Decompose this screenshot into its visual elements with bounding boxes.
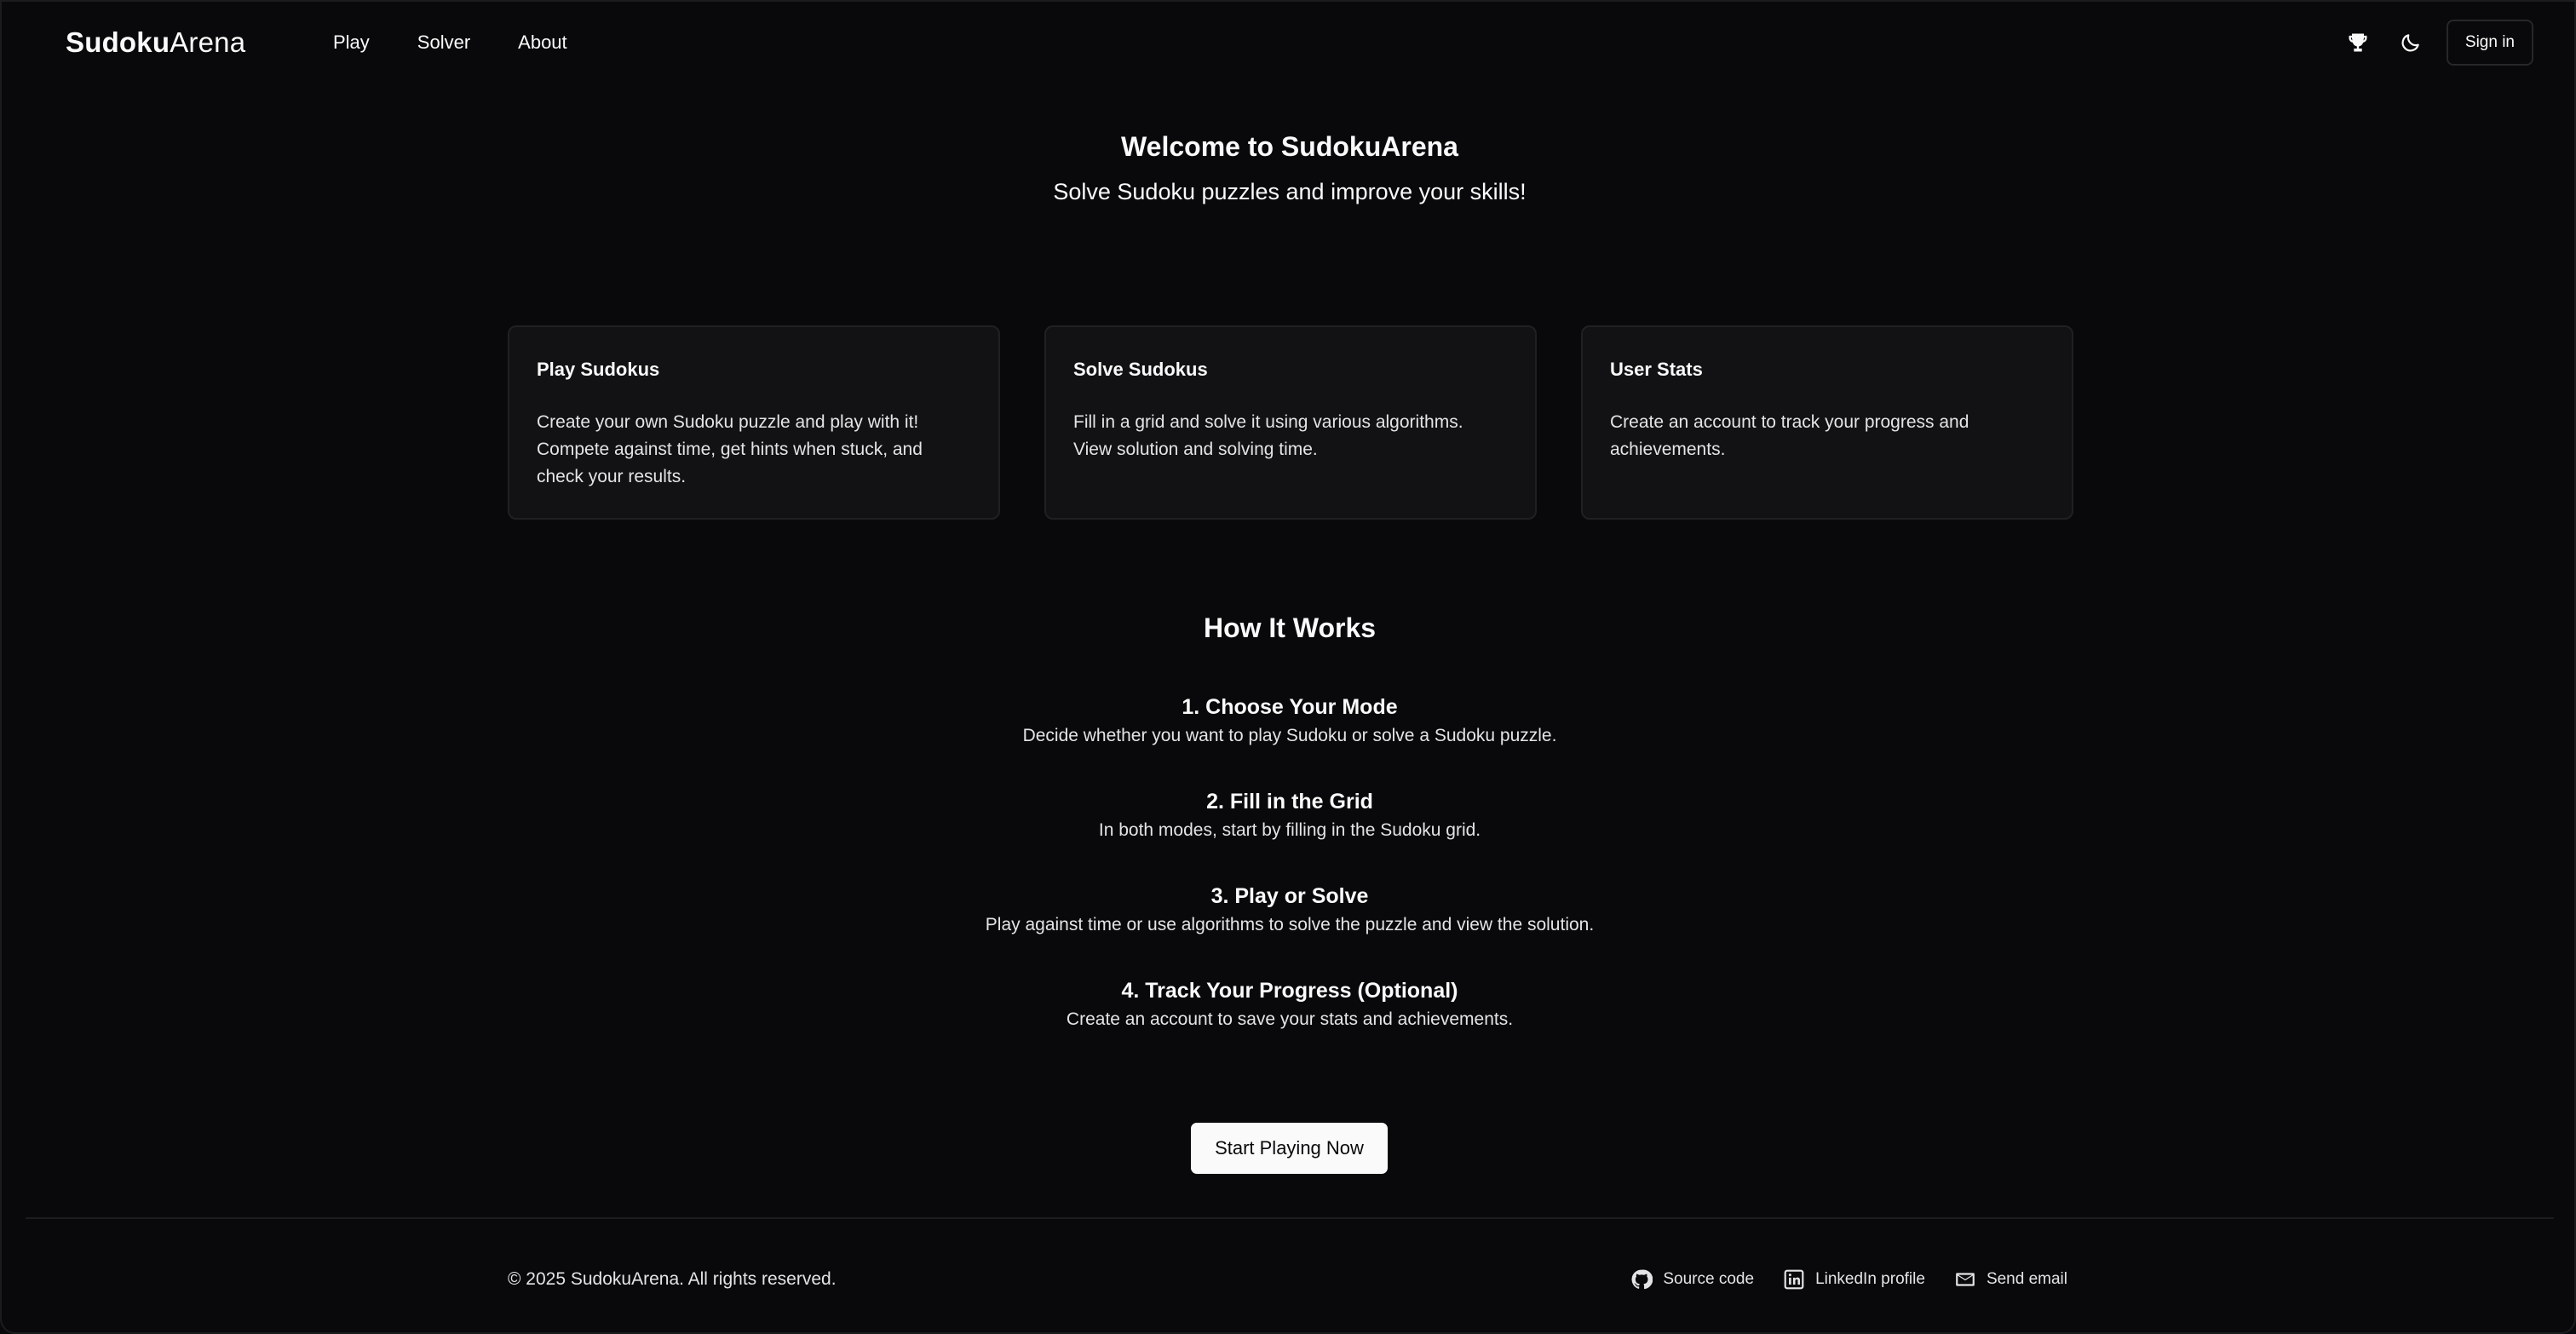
mail-icon — [1956, 1273, 1975, 1286]
card-text-line: achievements. — [1610, 440, 1726, 459]
card-text-line: Fill in a grid and solve it using variou… — [1073, 412, 1463, 432]
card-text-line: Create your own Sudoku puzzle and play w… — [537, 412, 919, 432]
moon-icon — [2401, 34, 2419, 52]
card-text-line: View solution and solving time. — [1073, 440, 1318, 459]
step-description: Play against time or use algorithms to s… — [985, 915, 1595, 934]
nav-link-about[interactable]: About — [518, 27, 567, 58]
source-code-link[interactable]: Source code — [1630, 1266, 1754, 1293]
feature-cards: Play Sudokus Create your own Sudoku puzz… — [508, 325, 2073, 520]
send-email-label: Send email — [1986, 1270, 2067, 1288]
feature-card-solve: Solve Sudokus Fill in a grid and solve i… — [1044, 325, 1537, 520]
trophy-icon — [2349, 33, 2367, 52]
logo-light-text: Arena — [170, 26, 246, 58]
card-text-line: Compete against time, get hints when stu… — [537, 440, 923, 459]
app-window: SudokuArena Play Solver About Sign in We… — [0, 0, 2576, 1334]
step-description: Decide whether you want to play Sudoku o… — [1022, 726, 1557, 745]
top-navbar: SudokuArena Play Solver About Sign in — [2, 2, 2576, 83]
step-title: 1. Choose Your Mode — [1182, 695, 1398, 719]
card-description: Create an account to track your progress… — [1610, 409, 2044, 463]
github-icon — [1631, 1269, 1653, 1290]
site-logo[interactable]: SudokuArena — [66, 24, 245, 61]
card-text-line: check your results. — [537, 467, 687, 486]
step-title: 2. Fill in the Grid — [1206, 790, 1373, 814]
logo-bold-text: Sudoku — [66, 26, 170, 58]
card-text-line: Create an account to track your progress… — [1610, 412, 1969, 432]
linkedin-label: LinkedIn profile — [1815, 1270, 1925, 1288]
leaderboard-button[interactable] — [2341, 19, 2375, 66]
card-description: Fill in a grid and solve it using variou… — [1073, 409, 1508, 463]
how-it-works-heading: How It Works — [1203, 612, 1377, 643]
page-title: Welcome to SudokuArena — [1121, 131, 1458, 162]
step-item: 2. Fill in the Grid In both modes, start… — [2, 786, 2576, 881]
nav-link-solver[interactable]: Solver — [417, 27, 470, 58]
header-actions: Sign in — [2341, 19, 2533, 66]
start-playing-button[interactable]: Start Playing Now — [1191, 1123, 1388, 1174]
theme-toggle-button[interactable] — [2394, 19, 2428, 66]
step-item: 1. Choose Your Mode Decide whether you w… — [2, 692, 2576, 786]
page-subtitle: Solve Sudoku puzzles and improve your sk… — [1053, 179, 1527, 204]
source-code-label: Source code — [1663, 1270, 1755, 1288]
copyright-text: © 2025 SudokuArena. All rights reserved. — [508, 1269, 837, 1289]
feature-card-play: Play Sudokus Create your own Sudoku puzz… — [508, 325, 1000, 520]
sign-in-button[interactable]: Sign in — [2446, 20, 2533, 66]
footer-divider — [26, 1217, 2554, 1219]
feature-card-stats: User Stats Create an account to track yo… — [1581, 325, 2073, 520]
how-it-works-steps: 1. Choose Your Mode Decide whether you w… — [2, 692, 2576, 1070]
card-title: User Stats — [1610, 359, 1703, 380]
linkedin-icon — [1784, 1269, 1804, 1290]
step-title: 3. Play or Solve — [1210, 884, 1369, 908]
card-title: Solve Sudokus — [1073, 359, 1208, 380]
send-email-link[interactable]: Send email — [1954, 1266, 2067, 1293]
step-description: Create an account to save your stats and… — [1066, 1009, 1514, 1029]
footer-links: Source code LinkedIn profile Send email — [1630, 1266, 2067, 1293]
nav-link-play[interactable]: Play — [333, 27, 370, 58]
main-nav: Play Solver About — [333, 27, 567, 58]
linkedin-link[interactable]: LinkedIn profile — [1783, 1266, 1925, 1293]
step-item: 4. Track Your Progress (Optional) Create… — [2, 975, 2576, 1070]
card-description: Create your own Sudoku puzzle and play w… — [537, 409, 971, 491]
step-title: 4. Track Your Progress (Optional) — [1121, 979, 1458, 1003]
step-description: In both modes, start by filling in the S… — [1098, 820, 1481, 840]
step-item: 3. Play or Solve Play against time or us… — [2, 881, 2576, 975]
card-title: Play Sudokus — [537, 359, 660, 380]
